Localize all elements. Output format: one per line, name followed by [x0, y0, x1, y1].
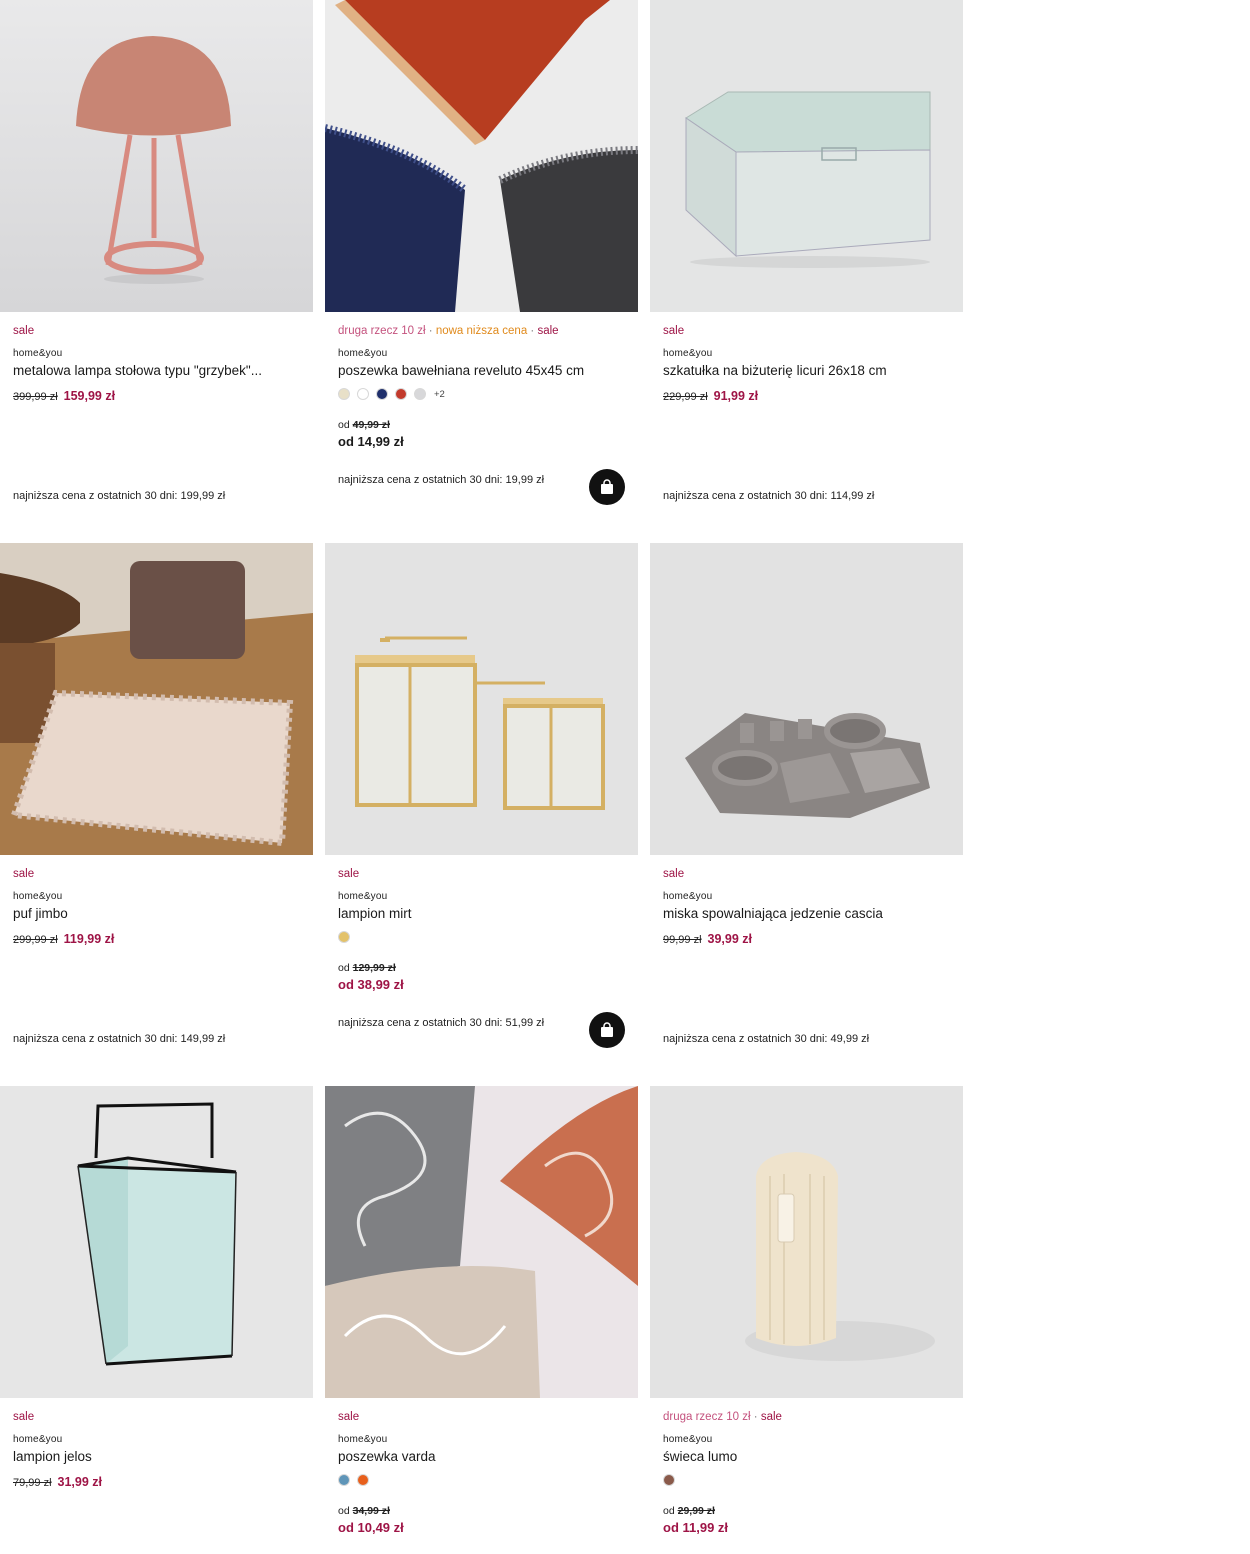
- product-card[interactable]: sale home&you lampion jelos 79,99 zł 31,9…: [0, 1086, 313, 1554]
- product-image-pouf[interactable]: [0, 543, 313, 855]
- badge-sale: sale: [13, 868, 35, 880]
- brand-label: home&you: [663, 348, 713, 359]
- product-image-slow-feeder[interactable]: [650, 543, 963, 855]
- product-title[interactable]: świeca lumo: [663, 1449, 953, 1464]
- badge-sale: sale: [663, 325, 685, 337]
- color-swatches: [663, 1474, 675, 1486]
- brand-label: home&you: [13, 891, 63, 902]
- product-card[interactable]: sale home&you metalowa lampa stołowa typ…: [0, 0, 313, 542]
- add-to-cart-button[interactable]: [589, 1012, 625, 1048]
- more-colors[interactable]: +2: [434, 389, 445, 400]
- badges: druga rzecz 10 zł · sale: [663, 1411, 782, 1423]
- product-card[interactable]: sale home&you szkatułka na biżuterię lic…: [650, 0, 963, 542]
- color-swatches: +2: [338, 388, 445, 400]
- badge-sale: sale: [13, 1411, 35, 1423]
- badge-sale: sale: [13, 325, 35, 337]
- brand-label: home&you: [338, 891, 388, 902]
- brand-label: home&you: [663, 1434, 713, 1445]
- price: od 29,99 zł od 11,99 zł: [663, 1505, 729, 1535]
- product-title[interactable]: puf jimbo: [13, 906, 303, 921]
- product-title[interactable]: poszewka varda: [338, 1449, 628, 1464]
- product-image-pillowcases[interactable]: [325, 0, 638, 312]
- product-title[interactable]: metalowa lampa stołowa typu "grzybek"...: [13, 363, 303, 378]
- product-image-pillowcase-varda[interactable]: [325, 1086, 638, 1398]
- price: od 34,99 zł od 10,49 zł: [338, 1505, 404, 1535]
- color-swatch[interactable]: [376, 388, 388, 400]
- product-image-jewelry-box[interactable]: [650, 0, 963, 312]
- badge-sale: sale: [663, 868, 685, 880]
- product-title[interactable]: lampion mirt: [338, 906, 628, 921]
- lowest-price-note: najniższa cena z ostatnich 30 dni: 149,9…: [13, 1033, 226, 1045]
- color-swatch[interactable]: [338, 931, 350, 943]
- lowest-price-note: najniższa cena z ostatnich 30 dni: 51,99…: [338, 1017, 545, 1029]
- product-title[interactable]: lampion jelos: [13, 1449, 303, 1464]
- product-card[interactable]: sale home&you lampion mirt od 129,99 zł …: [325, 543, 638, 1085]
- brand-label: home&you: [13, 1434, 63, 1445]
- price: od 129,99 zł od 38,99 zł: [338, 962, 404, 992]
- product-title[interactable]: poszewka bawełniana reveluto 45x45 cm: [338, 363, 628, 378]
- badges: druga rzecz 10 zł · nowa niższa cena · s…: [338, 325, 559, 337]
- brand-label: home&you: [338, 1434, 388, 1445]
- product-card[interactable]: sale home&you poszewka varda od 34,99 zł…: [325, 1086, 638, 1554]
- product-card[interactable]: druga rzecz 10 zł · nowa niższa cena · s…: [325, 0, 638, 542]
- product-title[interactable]: szkatułka na biżuterię licuri 26x18 cm: [663, 363, 953, 378]
- lowest-price-note: najniższa cena z ostatnich 30 dni: 114,9…: [663, 490, 875, 502]
- brand-label: home&you: [338, 348, 388, 359]
- product-title[interactable]: miska spowalniająca jedzenie cascia: [663, 906, 953, 921]
- badge-sale: sale: [338, 868, 360, 880]
- color-swatch[interactable]: [663, 1474, 675, 1486]
- product-card[interactable]: druga rzecz 10 zł · sale home&you świeca…: [650, 1086, 963, 1554]
- shopping-bag-icon: [601, 1022, 613, 1037]
- add-to-cart-button[interactable]: [589, 469, 625, 505]
- product-image-lamp[interactable]: [0, 0, 313, 312]
- color-swatch[interactable]: [395, 388, 407, 400]
- color-swatch[interactable]: [338, 1474, 350, 1486]
- product-image-lanterns[interactable]: [325, 543, 638, 855]
- price: 99,99 zł 39,99 zł: [663, 932, 753, 946]
- product-card[interactable]: sale home&you puf jimbo 299,99 zł 119,99 …: [0, 543, 313, 1085]
- color-swatch[interactable]: [357, 1474, 369, 1486]
- color-swatches: [338, 1474, 369, 1486]
- badge-sale: sale: [338, 1411, 360, 1423]
- color-swatch[interactable]: [414, 388, 426, 400]
- color-swatch[interactable]: [357, 388, 369, 400]
- lowest-price-note: najniższa cena z ostatnich 30 dni: 19,99…: [338, 474, 545, 486]
- product-image-candle[interactable]: [650, 1086, 963, 1398]
- price: od 49,99 zł od 14,99 zł: [338, 419, 404, 449]
- price: 399,99 zł 159,99 zł: [13, 389, 116, 403]
- product-card[interactable]: sale home&you miska spowalniająca jedzen…: [650, 543, 963, 1085]
- brand-label: home&you: [663, 891, 713, 902]
- shopping-bag-icon: [601, 479, 613, 494]
- lowest-price-note: najniższa cena z ostatnich 30 dni: 49,99…: [663, 1033, 870, 1045]
- price: 79,99 zł 31,99 zł: [13, 1475, 103, 1489]
- brand-label: home&you: [13, 348, 63, 359]
- color-swatch[interactable]: [338, 388, 350, 400]
- price: 229,99 zł 91,99 zł: [663, 389, 759, 403]
- lowest-price-note: najniższa cena z ostatnich 30 dni: 199,9…: [13, 490, 226, 502]
- color-swatches: [338, 931, 350, 943]
- product-image-lantern-jelos[interactable]: [0, 1086, 313, 1398]
- price: 299,99 zł 119,99 zł: [13, 932, 115, 946]
